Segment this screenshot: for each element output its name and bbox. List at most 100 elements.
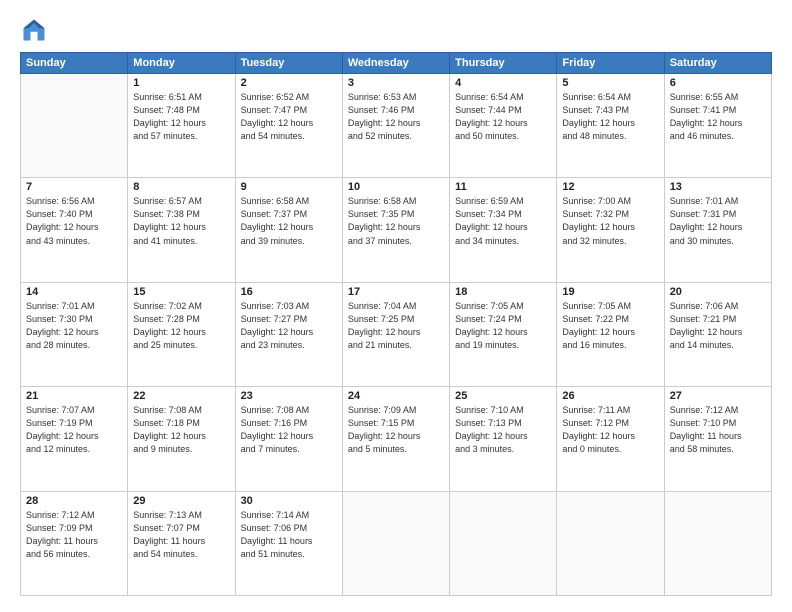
calendar-cell: 15 Sunrise: 7:02 AM Sunset: 7:28 PM Dayli… (128, 282, 235, 386)
day-number: 18 (455, 286, 551, 298)
calendar-week-3: 21Sunrise: 7:07 AM Sunset: 7:19 PM Dayli… (21, 387, 772, 491)
calendar-cell: 3 Sunrise: 6:53 AM Sunset: 7:46 PM Daylig… (342, 74, 449, 178)
day-number: 24 (348, 390, 444, 402)
day-info: Sunrise: 7:08 AM Sunset: 7:16 PM Dayligh… (241, 404, 337, 456)
day-number: 6 (670, 77, 766, 89)
logo (20, 16, 52, 44)
day-number: 12 (562, 181, 658, 193)
day-number: 26 (562, 390, 658, 402)
day-number: 7 (26, 181, 122, 193)
calendar-cell: 14 Sunrise: 7:01 AM Sunset: 7:30 PM Dayli… (21, 282, 128, 386)
day-number: 17 (348, 286, 444, 298)
calendar-cell: 21Sunrise: 7:07 AM Sunset: 7:19 PM Dayli… (21, 387, 128, 491)
logo-icon (20, 16, 48, 44)
day-info: Sunrise: 7:13 AM Sunset: 7:07 PM Dayligh… (133, 509, 229, 561)
day-number: 16 (241, 286, 337, 298)
weekday-header-monday: Monday (128, 53, 235, 74)
day-info: Sunrise: 7:01 AM Sunset: 7:31 PM Dayligh… (670, 195, 766, 247)
calendar-cell: 4Sunrise: 6:54 AM Sunset: 7:44 PM Daylig… (450, 74, 557, 178)
day-info: Sunrise: 7:06 AM Sunset: 7:21 PM Dayligh… (670, 300, 766, 352)
day-number: 28 (26, 495, 122, 507)
calendar-header-row: SundayMondayTuesdayWednesdayThursdayFrid… (21, 53, 772, 74)
day-info: Sunrise: 7:02 AM Sunset: 7:28 PM Dayligh… (133, 300, 229, 352)
weekday-header-friday: Friday (557, 53, 664, 74)
day-info: Sunrise: 7:04 AM Sunset: 7:25 PM Dayligh… (348, 300, 444, 352)
calendar-cell: 29 Sunrise: 7:13 AM Sunset: 7:07 PM Dayli… (128, 491, 235, 595)
day-number: 3 (348, 77, 444, 89)
weekday-header-saturday: Saturday (664, 53, 771, 74)
day-info: Sunrise: 6:59 AM Sunset: 7:34 PM Dayligh… (455, 195, 551, 247)
calendar-cell: 24Sunrise: 7:09 AM Sunset: 7:15 PM Dayli… (342, 387, 449, 491)
calendar-cell: 18 Sunrise: 7:05 AM Sunset: 7:24 PM Dayli… (450, 282, 557, 386)
calendar-cell: 16 Sunrise: 7:03 AM Sunset: 7:27 PM Dayli… (235, 282, 342, 386)
day-number: 1 (133, 77, 229, 89)
calendar-cell: 19 Sunrise: 7:05 AM Sunset: 7:22 PM Dayli… (557, 282, 664, 386)
calendar-cell: 5Sunrise: 6:54 AM Sunset: 7:43 PM Daylig… (557, 74, 664, 178)
calendar-cell: 17 Sunrise: 7:04 AM Sunset: 7:25 PM Dayli… (342, 282, 449, 386)
day-info: Sunrise: 6:56 AM Sunset: 7:40 PM Dayligh… (26, 195, 122, 247)
day-number: 11 (455, 181, 551, 193)
day-info: Sunrise: 7:01 AM Sunset: 7:30 PM Dayligh… (26, 300, 122, 352)
day-number: 9 (241, 181, 337, 193)
calendar-cell (557, 491, 664, 595)
day-info: Sunrise: 6:52 AM Sunset: 7:47 PM Dayligh… (241, 91, 337, 143)
calendar-week-4: 28Sunrise: 7:12 AM Sunset: 7:09 PM Dayli… (21, 491, 772, 595)
day-info: Sunrise: 7:05 AM Sunset: 7:24 PM Dayligh… (455, 300, 551, 352)
calendar-cell: 26 Sunrise: 7:11 AM Sunset: 7:12 PM Dayli… (557, 387, 664, 491)
day-number: 4 (455, 77, 551, 89)
calendar-cell: 13Sunrise: 7:01 AM Sunset: 7:31 PM Dayli… (664, 178, 771, 282)
day-info: Sunrise: 6:55 AM Sunset: 7:41 PM Dayligh… (670, 91, 766, 143)
calendar-cell: 7 Sunrise: 6:56 AM Sunset: 7:40 PM Daylig… (21, 178, 128, 282)
calendar-cell (450, 491, 557, 595)
calendar-table: SundayMondayTuesdayWednesdayThursdayFrid… (20, 52, 772, 596)
calendar-cell: 30 Sunrise: 7:14 AM Sunset: 7:06 PM Dayli… (235, 491, 342, 595)
weekday-header-tuesday: Tuesday (235, 53, 342, 74)
calendar-cell (664, 491, 771, 595)
day-number: 25 (455, 390, 551, 402)
day-number: 2 (241, 77, 337, 89)
day-number: 19 (562, 286, 658, 298)
day-info: Sunrise: 7:10 AM Sunset: 7:13 PM Dayligh… (455, 404, 551, 456)
calendar-cell: 22Sunrise: 7:08 AM Sunset: 7:18 PM Dayli… (128, 387, 235, 491)
calendar-cell: 6 Sunrise: 6:55 AM Sunset: 7:41 PM Daylig… (664, 74, 771, 178)
calendar-cell (342, 491, 449, 595)
calendar-cell: 2 Sunrise: 6:52 AM Sunset: 7:47 PM Daylig… (235, 74, 342, 178)
weekday-header-sunday: Sunday (21, 53, 128, 74)
calendar-cell: 23Sunrise: 7:08 AM Sunset: 7:16 PM Dayli… (235, 387, 342, 491)
calendar-week-0: 1 Sunrise: 6:51 AM Sunset: 7:48 PM Daylig… (21, 74, 772, 178)
header (20, 16, 772, 44)
calendar-cell: 12 Sunrise: 7:00 AM Sunset: 7:32 PM Dayli… (557, 178, 664, 282)
day-number: 20 (670, 286, 766, 298)
day-info: Sunrise: 6:51 AM Sunset: 7:48 PM Dayligh… (133, 91, 229, 143)
calendar-cell (21, 74, 128, 178)
day-number: 14 (26, 286, 122, 298)
day-info: Sunrise: 7:00 AM Sunset: 7:32 PM Dayligh… (562, 195, 658, 247)
day-info: Sunrise: 7:07 AM Sunset: 7:19 PM Dayligh… (26, 404, 122, 456)
calendar-cell: 8 Sunrise: 6:57 AM Sunset: 7:38 PM Daylig… (128, 178, 235, 282)
calendar-cell: 25 Sunrise: 7:10 AM Sunset: 7:13 PM Dayli… (450, 387, 557, 491)
calendar-cell: 10Sunrise: 6:58 AM Sunset: 7:35 PM Dayli… (342, 178, 449, 282)
day-number: 30 (241, 495, 337, 507)
calendar-cell: 9Sunrise: 6:58 AM Sunset: 7:37 PM Daylig… (235, 178, 342, 282)
day-info: Sunrise: 7:14 AM Sunset: 7:06 PM Dayligh… (241, 509, 337, 561)
day-number: 27 (670, 390, 766, 402)
day-number: 15 (133, 286, 229, 298)
day-info: Sunrise: 7:08 AM Sunset: 7:18 PM Dayligh… (133, 404, 229, 456)
day-number: 5 (562, 77, 658, 89)
calendar-cell: 20 Sunrise: 7:06 AM Sunset: 7:21 PM Dayli… (664, 282, 771, 386)
day-info: Sunrise: 7:05 AM Sunset: 7:22 PM Dayligh… (562, 300, 658, 352)
weekday-header-thursday: Thursday (450, 53, 557, 74)
calendar-cell: 11 Sunrise: 6:59 AM Sunset: 7:34 PM Dayli… (450, 178, 557, 282)
day-number: 29 (133, 495, 229, 507)
day-number: 8 (133, 181, 229, 193)
day-info: Sunrise: 7:12 AM Sunset: 7:10 PM Dayligh… (670, 404, 766, 456)
calendar-cell: 1 Sunrise: 6:51 AM Sunset: 7:48 PM Daylig… (128, 74, 235, 178)
day-number: 10 (348, 181, 444, 193)
day-info: Sunrise: 6:53 AM Sunset: 7:46 PM Dayligh… (348, 91, 444, 143)
day-info: Sunrise: 7:03 AM Sunset: 7:27 PM Dayligh… (241, 300, 337, 352)
day-info: Sunrise: 6:57 AM Sunset: 7:38 PM Dayligh… (133, 195, 229, 247)
calendar-cell: 28Sunrise: 7:12 AM Sunset: 7:09 PM Dayli… (21, 491, 128, 595)
calendar-cell: 27 Sunrise: 7:12 AM Sunset: 7:10 PM Dayli… (664, 387, 771, 491)
calendar-week-2: 14 Sunrise: 7:01 AM Sunset: 7:30 PM Dayli… (21, 282, 772, 386)
day-info: Sunrise: 7:11 AM Sunset: 7:12 PM Dayligh… (562, 404, 658, 456)
